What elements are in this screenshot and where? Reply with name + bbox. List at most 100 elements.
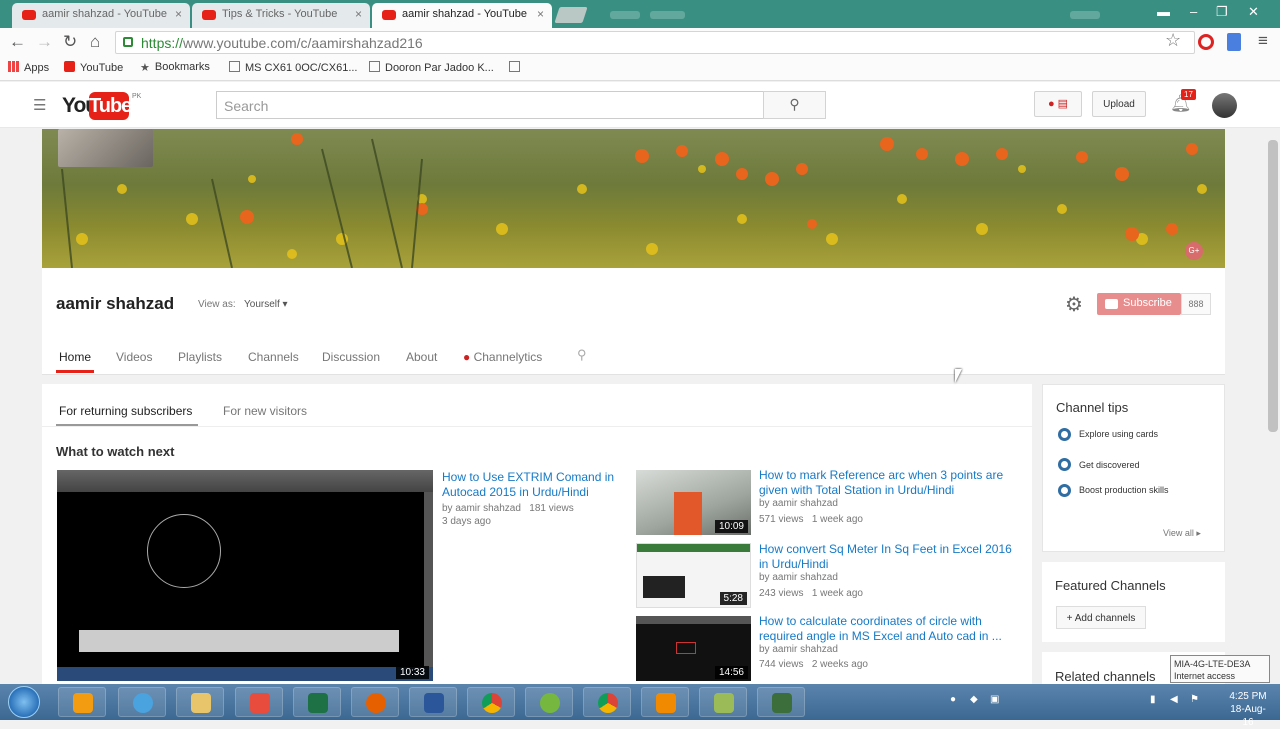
forward-arrow-icon[interactable]: → <box>36 32 53 52</box>
tab-playlists[interactable]: Playlists <box>178 350 222 364</box>
channelytics-button[interactable]: ● ▤ <box>1034 91 1082 117</box>
add-channels-button[interactable]: + Add channels <box>1056 606 1146 629</box>
thumb-panel-art <box>424 492 433 667</box>
browser-tab-1[interactable]: aamir shahzad - YouTube × <box>12 3 190 28</box>
taskbar-media-player[interactable] <box>58 687 106 717</box>
minimize-window-icon[interactable]: – <box>1190 4 1197 19</box>
close-tab-icon[interactable]: × <box>175 7 182 21</box>
bookmark-dooron[interactable]: Dooron Par Jadoo K... <box>369 61 494 74</box>
region-label: PK <box>132 93 142 100</box>
subtab-returning-subscribers[interactable]: For returning subscribers <box>59 404 192 418</box>
taskbar-explorer[interactable] <box>176 687 224 717</box>
taskbar-word[interactable] <box>409 687 457 717</box>
system-clock[interactable]: 4:25 PM 18-Aug-16 <box>1226 690 1270 729</box>
chrome-icon <box>598 693 618 713</box>
view-as-select[interactable]: Yourself ▾ <box>244 299 288 310</box>
youtube-favicon-icon <box>202 10 216 20</box>
settings-gear-icon[interactable]: ⚙ <box>1065 292 1083 317</box>
video-duration: 10:09 <box>714 520 748 533</box>
browser-tab-2[interactable]: Tips & Tricks - YouTube × <box>192 3 370 28</box>
back-arrow-icon[interactable]: ← <box>9 32 26 52</box>
address-bar[interactable]: https://www.youtube.com/c/aamirshahzad21… <box>115 31 1195 54</box>
taskbar-utorrent[interactable] <box>525 687 573 717</box>
video-stats: 243 views 1 week ago <box>759 588 863 599</box>
video-thumbnail[interactable]: 5:28 <box>636 543 751 608</box>
taskbar-vlc[interactable] <box>641 687 689 717</box>
featured-video-author: by aamir shahzad 181 views <box>442 503 574 514</box>
taskbar-app-red[interactable] <box>235 687 283 717</box>
new-tab-button[interactable] <box>554 7 588 23</box>
channel-search-icon[interactable]: ⚲ <box>577 347 587 363</box>
video-title[interactable]: How convert Sq Meter In Sq Feet in Excel… <box>759 542 1019 572</box>
banner-thumbnail-image <box>58 129 153 167</box>
bookmark-apps[interactable]: Apps <box>8 61 49 74</box>
tab-discussion[interactable]: Discussion <box>322 350 380 364</box>
tip-progress-ring-icon <box>1058 428 1071 441</box>
tip-get-discovered[interactable]: Get discovered <box>1079 460 1169 471</box>
video-thumbnail[interactable]: 10:09 <box>636 470 751 535</box>
scrollbar-thumb[interactable] <box>1268 140 1278 432</box>
search-button[interactable]: ⚲ <box>763 91 826 119</box>
taskbar-ie[interactable] <box>118 687 166 717</box>
tray-skype-icon[interactable]: ● <box>950 694 956 705</box>
subscribe-button[interactable]: Subscribe <box>1097 293 1181 315</box>
bookmark-msi[interactable]: MS CX61 0OC/CX61... <box>229 61 358 74</box>
user-profile-icon[interactable]: ▬ <box>1157 4 1170 19</box>
guide-menu-icon[interactable]: ☰ <box>33 96 46 114</box>
excel-icon <box>308 693 328 713</box>
tip-boost-production[interactable]: Boost production skills <box>1079 485 1169 496</box>
video-title[interactable]: How to calculate coordinates of circle w… <box>759 614 1019 644</box>
video-duration: 5:28 <box>719 592 747 605</box>
close-window-icon[interactable]: ✕ <box>1248 4 1259 20</box>
start-button[interactable] <box>8 686 40 718</box>
close-tab-icon[interactable]: × <box>355 7 362 21</box>
youtube-logo-tube[interactable]: Tube <box>89 92 132 120</box>
google-plus-icon[interactable]: G+ <box>1185 242 1203 260</box>
tab-about[interactable]: About <box>406 350 437 364</box>
subtab-new-visitors[interactable]: For new visitors <box>223 404 307 418</box>
video-title[interactable]: How to mark Reference arc when 3 points … <box>759 468 1019 498</box>
extension-icon[interactable] <box>1198 34 1214 50</box>
tray-app-icon[interactable]: ▣ <box>990 694 999 705</box>
firefox-icon <box>366 693 386 713</box>
tab-channels[interactable]: Channels <box>248 350 299 364</box>
bookmark-star-icon[interactable]: ☆ <box>1165 30 1181 51</box>
bookmark-blank[interactable] <box>509 61 525 74</box>
section-title: What to watch next <box>56 444 175 459</box>
search-input[interactable]: Search <box>216 91 764 119</box>
featured-video-thumbnail[interactable]: 10:33 <box>57 470 433 681</box>
tray-app-icon[interactable]: ◆ <box>970 694 978 705</box>
media-player-icon <box>73 693 93 713</box>
taskbar-firefox[interactable] <box>351 687 399 717</box>
bookmark-bookmarks[interactable]: ★ Bookmarks <box>140 61 210 74</box>
tray-network-icon[interactable]: ▮ <box>1150 694 1156 705</box>
tab-home[interactable]: Home <box>59 350 91 364</box>
view-all-link[interactable]: View all ▸ <box>1163 528 1201 539</box>
folder-icon <box>191 693 211 713</box>
tray-flag-icon[interactable]: ⚑ <box>1190 694 1199 705</box>
featured-video-title[interactable]: How to Use EXTRIM Comand in Autocad 2015… <box>442 470 622 500</box>
browser-tab-3-active[interactable]: aamir shahzad - YouTube × <box>372 3 552 28</box>
video-thumbnail[interactable]: 14:56 <box>636 616 751 681</box>
tip-explore-cards[interactable]: Explore using cards <box>1079 429 1169 440</box>
active-tab-indicator <box>56 370 94 373</box>
tab-videos[interactable]: Videos <box>116 350 152 364</box>
taskbar-app-green[interactable] <box>699 687 747 717</box>
upload-button[interactable]: Upload <box>1092 91 1146 117</box>
chrome-menu-icon[interactable]: ≡ <box>1258 31 1268 51</box>
close-tab-icon[interactable]: × <box>537 7 544 21</box>
account-avatar[interactable] <box>1212 93 1237 118</box>
home-icon[interactable]: ⌂ <box>90 32 100 52</box>
bookmark-youtube[interactable]: YouTube <box>64 61 123 74</box>
taskbar-chrome-2[interactable] <box>583 687 631 717</box>
maximize-window-icon[interactable]: ❐ <box>1216 4 1228 20</box>
taskbar-chrome[interactable] <box>467 687 515 717</box>
taskbar-camtasia[interactable] <box>757 687 805 717</box>
featured-video-age: 3 days ago <box>442 516 491 527</box>
browser-tab-strip: aamir shahzad - YouTube × Tips & Tricks … <box>0 0 1280 28</box>
translate-extension-icon[interactable] <box>1227 33 1241 51</box>
taskbar-excel[interactable] <box>293 687 341 717</box>
tab-channelytics[interactable]: ● Channelytics <box>463 350 542 364</box>
tray-volume-icon[interactable]: ◀ <box>1170 694 1178 705</box>
reload-icon[interactable]: ↻ <box>63 32 77 52</box>
